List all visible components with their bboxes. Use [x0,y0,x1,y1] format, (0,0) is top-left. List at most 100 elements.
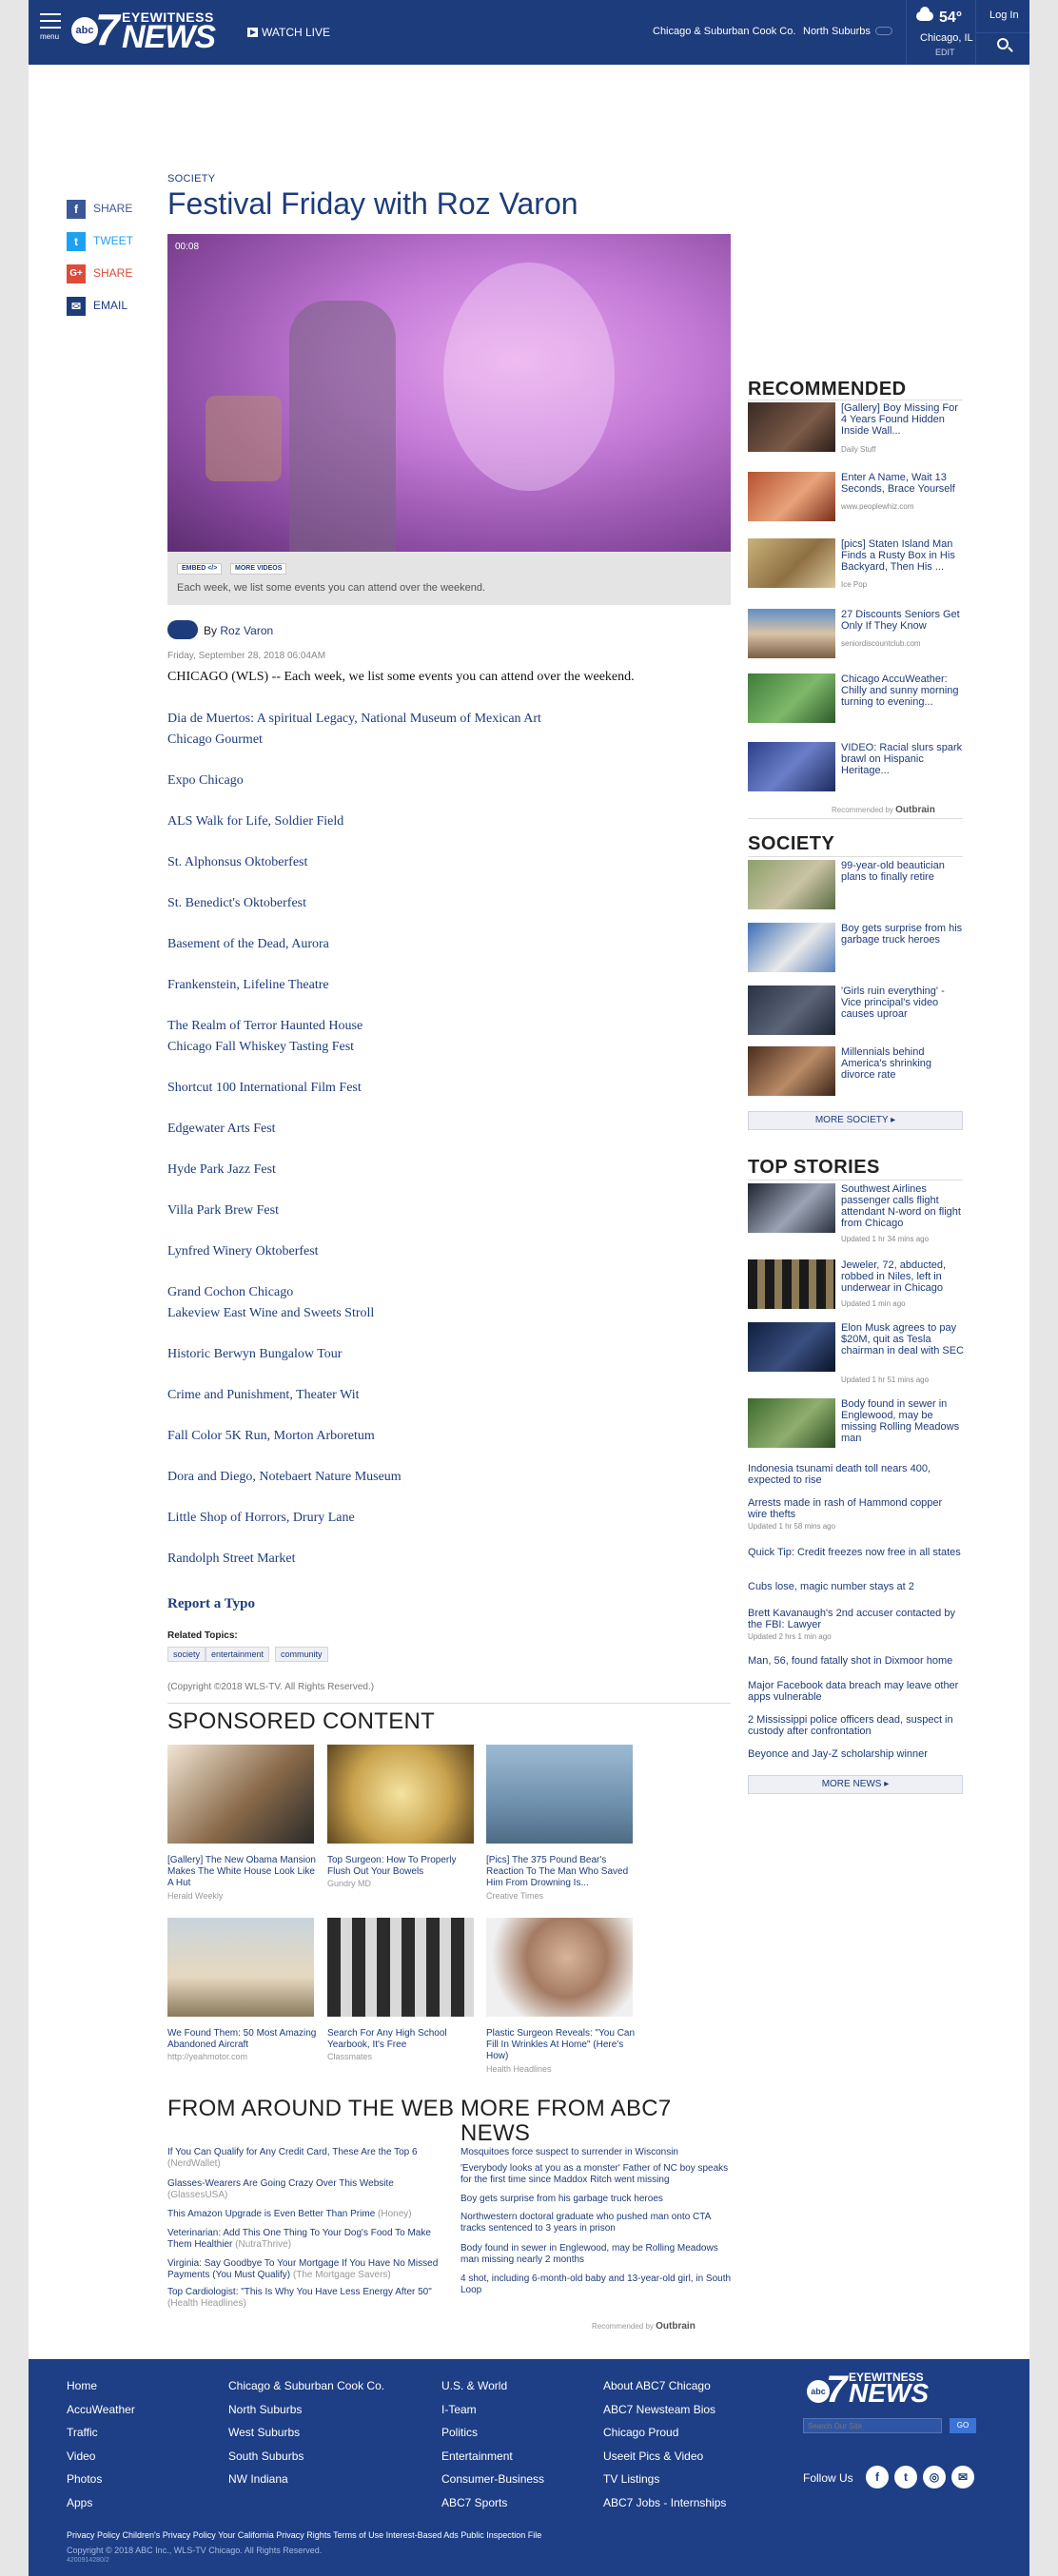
event-link[interactable]: Lynfred Winery Oktoberfest [167,1244,719,1265]
footer-search-input[interactable] [803,2418,942,2433]
outbrain-credit[interactable]: Recommended by Outbrain [832,805,935,815]
footer-link[interactable]: ABC7 Newsteam Bios [603,2398,726,2422]
footer-link[interactable]: Politics [441,2421,544,2445]
sponsored-title[interactable]: [Gallery] The New Obama Mansion Makes Th… [167,1855,318,1889]
footer-link[interactable]: North Suburbs [228,2398,384,2422]
search-icon[interactable] [997,38,1009,49]
event-link[interactable]: Chicago Gourmet [167,732,719,753]
footer-link[interactable]: About ABC7 Chicago [603,2374,726,2398]
event-link[interactable]: Basement of the Dead, Aurora [167,937,719,958]
top-story-image[interactable] [748,1322,835,1372]
event-link[interactable]: Little Shop of Horrors, Drury Lane [167,1511,719,1532]
footer-link[interactable]: Entertainment [441,2445,544,2469]
footer-link[interactable]: South Suburbs [228,2445,384,2469]
event-link[interactable]: Edgewater Arts Fest [167,1122,719,1142]
footer-search-go-button[interactable]: GO [950,2418,976,2433]
society-image[interactable] [748,923,835,972]
recommended-link[interactable]: 27 Discounts Seniors Get Only If They Kn… [841,609,965,632]
login-link[interactable]: Log In [989,10,1019,21]
event-link[interactable]: St. Benedict's Oktoberfest [167,896,719,917]
web-link[interactable]: Glasses-Wearers Are Going Crazy Over Thi… [167,2178,443,2201]
footer-link[interactable]: Home [67,2374,135,2398]
footer-link[interactable]: ABC7 Jobs - Internships [603,2491,726,2515]
more-from-link[interactable]: Boy gets surprise from his garbage truck… [460,2194,736,2205]
sponsored-title[interactable]: Plastic Surgeon Reveals: "You Can Fill I… [486,2028,637,2062]
video-player[interactable]: 00:08 [167,234,731,552]
sponsored-title[interactable]: Search For Any High School Yearbook, It'… [327,2028,478,2051]
event-link[interactable]: Dia de Muertos: A spiritual Legacy, Nati… [167,712,719,732]
recommended-link[interactable]: Enter A Name, Wait 13 Seconds, Brace You… [841,472,965,495]
web-link[interactable]: If You Can Qualify for Any Credit Card, … [167,2147,443,2170]
top-story-link[interactable]: 2 Mississippi police officers dead, susp… [748,1714,963,1737]
recommended-link[interactable]: [Gallery] Boy Missing For 4 Years Found … [841,402,965,437]
section-kicker[interactable]: SOCIETY [167,173,215,185]
web-link[interactable]: Virginia: Say Goodbye To Your Mortgage I… [167,2258,443,2281]
sponsored-image[interactable] [486,1918,633,2017]
footer-link[interactable]: Chicago & Suburban Cook Co. [228,2374,384,2398]
event-link[interactable]: ALS Walk for Life, Soldier Field [167,814,719,835]
top-story-image[interactable] [748,1183,835,1233]
footer-link[interactable]: I-Team [441,2398,544,2422]
watch-live-link[interactable]: WATCH LIVE [247,26,330,39]
twitter-icon[interactable]: t [894,2466,917,2488]
event-link[interactable]: Expo Chicago [167,773,719,794]
topic-tag[interactable]: society [167,1647,206,1662]
top-story-link[interactable]: Cubs lose, magic number stays at 2 [748,1581,963,1592]
footer-link[interactable]: U.S. & World [441,2374,544,2398]
recommended-image[interactable] [748,472,835,521]
menu-button[interactable]: menu [40,13,61,41]
footer-link[interactable]: Apps [67,2491,135,2515]
top-story-link[interactable]: Man, 56, found fatally shot in Dixmoor h… [748,1655,963,1667]
recommended-image[interactable] [748,538,835,588]
footer-link[interactable]: Photos [67,2468,135,2491]
society-image[interactable] [748,986,835,1035]
society-link[interactable]: 'Girls ruin everything' - Vice principal… [841,986,965,1020]
footer-link[interactable]: NW Indiana [228,2468,384,2491]
society-link[interactable]: Millennials behind America's shrinking d… [841,1046,965,1081]
recommended-link[interactable]: [pics] Staten Island Man Finds a Rusty B… [841,538,965,573]
event-link[interactable]: Villa Park Brew Fest [167,1203,719,1224]
sponsored-title[interactable]: [Pics] The 375 Pound Bear's Reaction To … [486,1855,637,1889]
recommended-image[interactable] [748,742,835,791]
footer-link[interactable]: Video [67,2445,135,2469]
society-image[interactable] [748,1046,835,1096]
sponsored-image[interactable] [327,1918,474,2017]
location-link-north-suburbs[interactable]: North Suburbs [803,26,871,37]
top-story-link[interactable]: Brett Kavanaugh's 2nd accuser contacted … [748,1608,963,1630]
author-link[interactable]: Roz Varon [220,624,273,637]
more-from-link[interactable]: Body found in sewer in Englewood, may be… [460,2243,736,2266]
top-story-image[interactable] [748,1259,835,1309]
facebook-icon[interactable]: f [866,2466,889,2488]
google-share-button[interactable]: G+ SHARE [67,264,132,283]
top-story-image[interactable] [748,1398,835,1448]
footer-link[interactable]: ABC7 Sports [441,2491,544,2515]
report-typo-link[interactable]: Report a Typo [167,1596,255,1612]
more-videos-button[interactable]: MORE VIDEOS [230,563,287,575]
event-link[interactable]: Fall Color 5K Run, Morton Arboretum [167,1429,719,1450]
recommended-image[interactable] [748,609,835,658]
footer-link[interactable]: Traffic [67,2421,135,2445]
weather-widget[interactable]: 54° Chicago, IL EDIT [906,0,976,65]
event-link[interactable]: Lakeview East Wine and Sweets Stroll [167,1306,719,1327]
event-link[interactable]: The Realm of Terror Haunted House [167,1019,719,1040]
more-from-link[interactable]: Mosquitoes force suspect to surrender in… [460,2147,736,2158]
web-link[interactable]: This Amazon Upgrade is Even Better Than … [167,2209,443,2220]
more-from-link[interactable]: 4 shot, including 6-month-old baby and 1… [460,2274,736,2296]
top-story-link[interactable]: Southwest Airlines passenger calls fligh… [841,1183,965,1229]
sponsored-title[interactable]: Top Surgeon: How To Properly Flush Out Y… [327,1855,478,1878]
email-share-button[interactable]: ✉ EMAIL [67,297,127,316]
top-story-link[interactable]: Indonesia tsunami death toll nears 400, … [748,1463,963,1486]
event-link[interactable]: Shortcut 100 International Film Fest [167,1081,719,1102]
recommended-link[interactable]: VIDEO: Racial slurs spark brawl on Hispa… [841,742,965,776]
event-link[interactable]: Historic Berwyn Bungalow Tour [167,1347,719,1368]
top-story-link[interactable]: Arrests made in rash of Hammond copper w… [748,1497,963,1520]
footer-link[interactable]: Chicago Proud [603,2421,726,2445]
location-toggle-icon[interactable] [875,27,892,35]
instagram-icon[interactable]: ◎ [923,2466,946,2488]
topic-tag[interactable]: community [275,1647,328,1662]
more-society-button[interactable]: MORE SOCIETY ▸ [748,1111,963,1130]
top-story-link[interactable]: Major Facebook data breach may leave oth… [748,1680,963,1703]
footer-link[interactable]: AccuWeather [67,2398,135,2422]
more-news-button[interactable]: MORE NEWS ▸ [748,1775,963,1794]
footer-link[interactable]: TV Listings [603,2468,726,2491]
